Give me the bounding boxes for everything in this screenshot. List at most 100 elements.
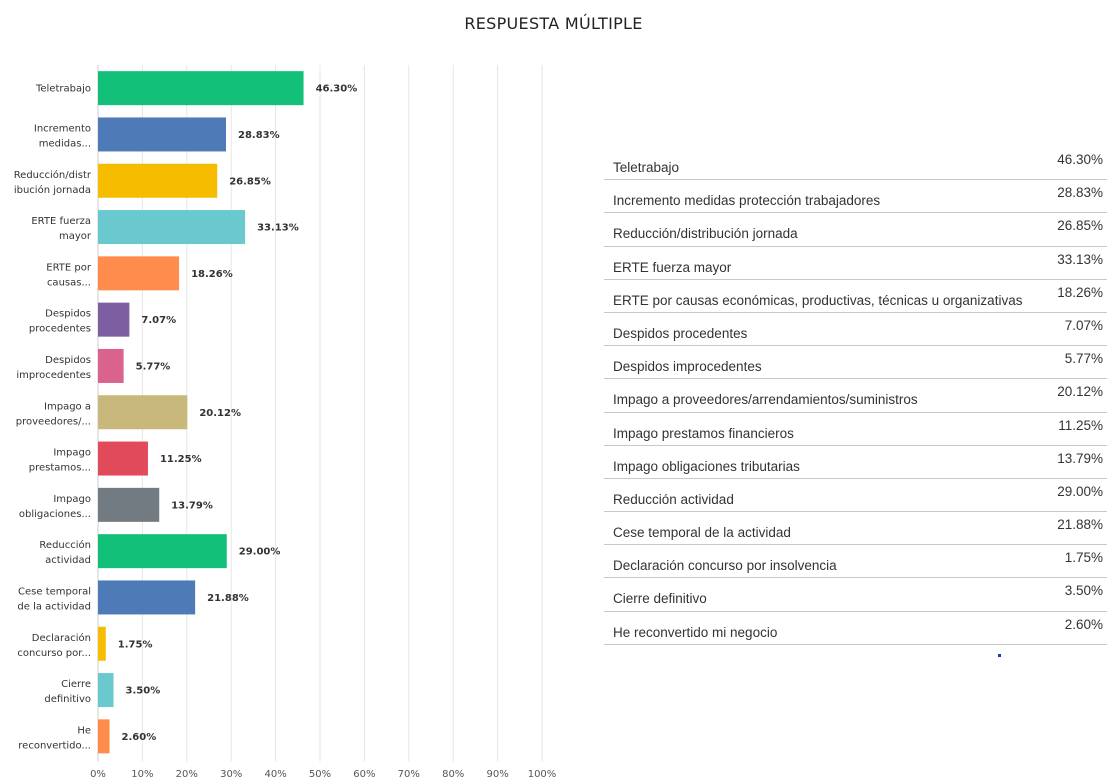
bar (98, 441, 148, 476)
x-tick-label: 70% (398, 769, 420, 780)
bar (98, 626, 106, 661)
table-row: Reducción/distribución jornada 26.85% (604, 213, 1107, 247)
category-label: Cierre definitivo (44, 679, 91, 705)
bar (98, 71, 304, 106)
category-label: Impago a proveedores/... (16, 401, 91, 427)
value-label: 46.30% (316, 84, 358, 95)
table-row: Cese temporal de la actividad 21.88% (604, 512, 1107, 546)
x-tick-label: 60% (353, 769, 375, 780)
table-row: He reconvertido mi negocio 2.60% (604, 612, 1107, 645)
x-tick-label: 30% (220, 769, 242, 780)
category-label: Teletrabajo (35, 84, 91, 95)
bar (98, 256, 180, 291)
category-label: ERTE fuerza mayor (31, 216, 92, 242)
row-value: 13.79% (1057, 450, 1103, 466)
row-value: 2.60% (1064, 616, 1103, 632)
bar (98, 673, 114, 708)
row-value: 21.88% (1057, 517, 1103, 533)
row-label: Impago obligaciones tributarias (613, 458, 800, 474)
row-label: Impago prestamos financieros (613, 425, 794, 441)
category-label: Incremento medidas... (34, 123, 91, 149)
bar (98, 719, 110, 754)
value-label: 21.88% (207, 593, 249, 604)
row-label: Reducción actividad (613, 491, 734, 507)
category-label: ERTE por causas... (46, 262, 92, 288)
table-row: Declaración concurso por insolvencia 1.75… (604, 545, 1107, 579)
row-value: 33.13% (1057, 251, 1103, 267)
row-label: ERTE por causas económicas, productivas,… (613, 292, 1023, 308)
row-label: Cierre definitivo (613, 591, 707, 607)
x-tick-label: 80% (442, 769, 464, 780)
row-value: 28.83% (1057, 185, 1103, 201)
table-row: Cierre definitivo 3.50% (604, 578, 1107, 612)
row-label: Despidos procedentes (613, 325, 748, 341)
bar (98, 580, 196, 615)
row-value: 18.26% (1057, 284, 1103, 300)
x-tick-label: 0% (90, 769, 106, 780)
bar (98, 487, 160, 522)
row-value: 1.75% (1064, 550, 1103, 566)
value-label: 7.07% (141, 315, 176, 326)
x-tick-label: 40% (264, 769, 286, 780)
value-label: 1.75% (118, 639, 153, 650)
row-label: ERTE fuerza mayor (613, 259, 732, 275)
value-label: 5.77% (136, 361, 171, 372)
bar (98, 210, 246, 245)
value-label: 29.00% (239, 547, 281, 558)
row-label: Declaración concurso por insolvencia (613, 558, 837, 574)
value-label: 20.12% (199, 408, 241, 419)
table-row: Impago prestamos financieros 11.25% (604, 413, 1107, 446)
stray-dot (998, 654, 1001, 657)
value-label: 26.85% (229, 176, 271, 187)
bar (98, 117, 227, 152)
row-label: Cese temporal de la actividad (613, 525, 791, 541)
value-label: 2.60% (122, 732, 157, 743)
x-tick-label: 10% (131, 769, 153, 780)
value-label: 3.50% (126, 686, 161, 697)
value-label: 13.79% (171, 500, 213, 511)
table-row: Reducción actividad 29.00% (604, 479, 1107, 513)
row-label: Incremento medidas protección trabajador… (613, 193, 881, 209)
table-row: Despidos improcedentes 5.77% (604, 346, 1107, 380)
x-tick-label: 20% (176, 769, 198, 780)
value-label: 28.83% (238, 130, 280, 141)
x-tick-label: 100% (528, 769, 557, 780)
results-table: Teletrabajo 46.30% Incremento medidas prot… (604, 147, 1107, 645)
value-label: 11.25% (160, 454, 202, 465)
table-row: ERTE por causas económicas, productivas,… (604, 280, 1107, 313)
bar-chart: 0% 10% 20% 30% 40% 50% 60% 70% 80% 90% 100% Teletra… (14, 65, 557, 780)
table-row: Impago a proveedores/arrendamientos/sumi… (604, 379, 1107, 413)
row-value: 5.77% (1064, 351, 1103, 367)
category-label: Impago prestamos... (29, 448, 91, 474)
row-value: 46.30% (1057, 152, 1103, 167)
value-label: 33.13% (257, 223, 299, 234)
table-row: Despidos procedentes 7.07% (604, 313, 1107, 347)
category-label: Reducción/distr ibución jornada (14, 169, 92, 196)
x-tick-label: 50% (309, 769, 331, 780)
category-label: Impago obligaciones... (19, 494, 91, 520)
table-row: Incremento medidas protección trabajador… (604, 180, 1107, 214)
category-label: Declaración concurso por... (17, 632, 91, 659)
bar (98, 348, 124, 383)
value-label: 18.26% (191, 269, 233, 280)
row-value: 3.50% (1064, 583, 1103, 599)
row-value: 7.07% (1064, 317, 1103, 333)
row-label: Reducción/distribución jornada (613, 226, 798, 242)
row-value: 29.00% (1057, 483, 1103, 499)
row-label: Impago a proveedores/arrendamientos/sumi… (613, 392, 918, 408)
category-label: Despidos procedentes (29, 309, 91, 335)
row-value: 11.25% (1058, 417, 1103, 433)
table-row: ERTE fuerza mayor 33.13% (604, 247, 1107, 280)
row-value: 20.12% (1057, 384, 1103, 400)
table-row: Teletrabajo 46.30% (604, 147, 1107, 181)
bar (98, 395, 188, 430)
row-label: He reconvertido mi negocio (613, 624, 778, 640)
bar (98, 302, 130, 337)
row-label: Despidos improcedentes (613, 359, 762, 375)
row-value: 26.85% (1057, 218, 1103, 234)
category-label: Despidos improcedentes (16, 355, 91, 381)
x-tick-label: 90% (486, 769, 508, 780)
category-label: Cese temporal de la actividad (17, 586, 91, 612)
bar (98, 534, 227, 569)
row-label: Teletrabajo (613, 160, 680, 175)
